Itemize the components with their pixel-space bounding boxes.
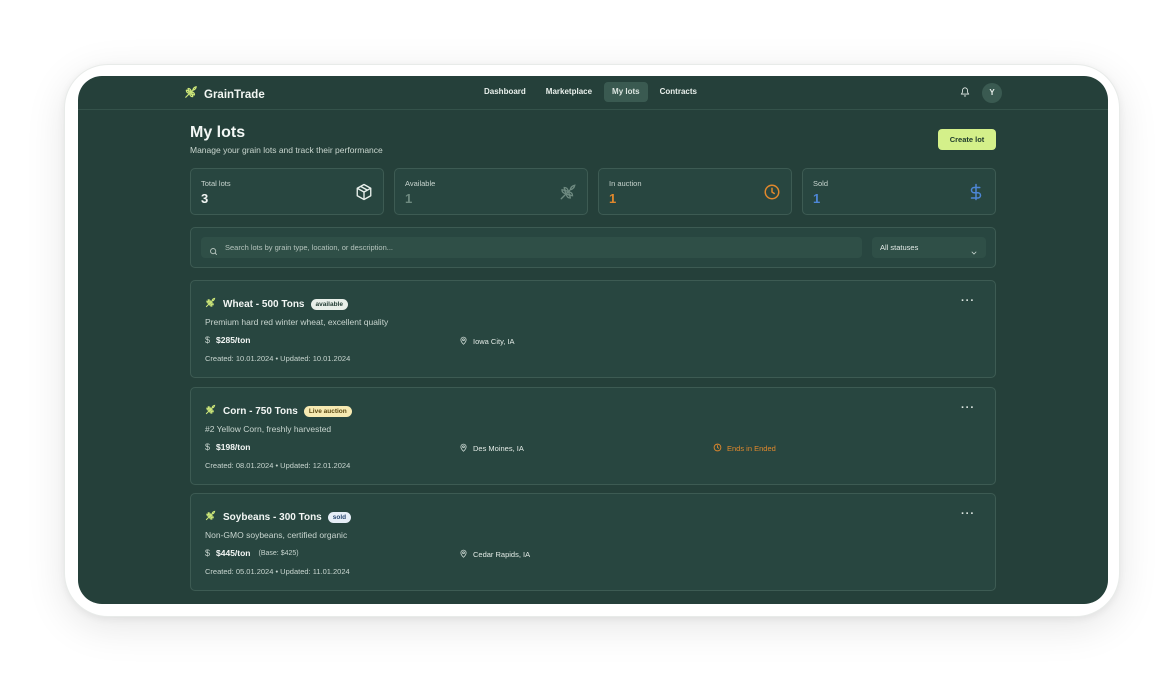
stat-value: 3 [201, 191, 209, 206]
lot-dates: Created: 08.01.2024 • Updated: 12.01.202… [205, 461, 351, 470]
brand-name: GrainTrade [204, 88, 265, 101]
lot-dates: Created: 10.01.2024 • Updated: 10.01.202… [205, 354, 351, 363]
lot-header: Soybeans - 300 Tons sold [205, 508, 352, 526]
nav-link-contracts[interactable]: Contracts [652, 82, 705, 102]
clock-icon [713, 443, 722, 454]
stat-value: 1 [405, 191, 413, 206]
nav-links: Dashboard Marketplace My lots Contracts [476, 82, 705, 102]
lot-location: Iowa City, IA [459, 336, 515, 347]
lot-title: Corn - 750 Tons [223, 405, 298, 417]
lot-price-row: $ $285/ton [205, 335, 251, 345]
page-subtitle: Manage your grain lots and track their p… [190, 145, 383, 155]
wheat-icon [205, 295, 216, 313]
lot-price-row: $ $198/ton [205, 442, 251, 452]
lot-card[interactable]: Corn - 750 Tons Live auction ··· #2 Yell… [190, 387, 996, 485]
map-pin-icon [459, 549, 468, 560]
wheat-icon [205, 508, 216, 526]
top-nav: GrainTrade Dashboard Marketplace My lots… [78, 76, 1108, 110]
lot-title: Soybeans - 300 Tons [223, 511, 322, 523]
dollar-icon: $ [205, 335, 211, 345]
lot-base-price: (Base: $425) [258, 549, 299, 557]
stat-label: Sold [813, 179, 829, 188]
lot-dates: Created: 05.01.2024 • Updated: 11.01.202… [205, 567, 350, 576]
clock-icon [763, 183, 781, 206]
bell-icon[interactable] [960, 84, 970, 102]
filter-bar: Search lots by grain type, location, or … [190, 227, 996, 268]
lot-location-text: Cedar Rapids, IA [473, 550, 531, 559]
dollar-icon: $ [205, 442, 211, 452]
lot-location-text: Iowa City, IA [473, 337, 515, 346]
status-badge: Live auction [303, 405, 352, 417]
lot-price: $198/ton [216, 442, 251, 452]
lot-description: Premium hard red winter wheat, excellent… [205, 317, 389, 327]
user-avatar[interactable]: Y [982, 83, 1002, 103]
status-badge: available [310, 298, 348, 310]
app-screen: GrainTrade Dashboard Marketplace My lots… [78, 76, 1108, 604]
stat-value: 1 [813, 191, 821, 206]
more-options-button[interactable]: ··· [961, 402, 975, 414]
lot-card[interactable]: Wheat - 500 Tons available ··· Premium h… [190, 280, 996, 378]
lot-price: $445/ton [216, 548, 251, 558]
search-placeholder: Search lots by grain type, location, or … [225, 243, 394, 252]
status-badge: sold [327, 511, 352, 523]
stat-value: 1 [609, 191, 617, 206]
auction-ends-text: Ends in Ended [727, 444, 776, 453]
nav-link-marketplace[interactable]: Marketplace [538, 82, 600, 102]
status-select-value: All statuses [880, 243, 919, 252]
stat-card-sold: Sold 1 [802, 168, 996, 215]
brand-logo[interactable]: GrainTrade [184, 85, 265, 104]
stat-label: Available [405, 179, 436, 188]
lot-location: Cedar Rapids, IA [459, 549, 530, 560]
auction-ends: Ends in Ended [713, 443, 776, 454]
page-title: My lots [190, 124, 246, 141]
search-input[interactable]: Search lots by grain type, location, or … [201, 237, 862, 258]
create-lot-button[interactable]: Create lot [938, 129, 996, 150]
more-options-button[interactable]: ··· [961, 508, 975, 520]
lot-price-row: $ $445/ton (Base: $425) [205, 548, 299, 558]
search-icon [209, 243, 218, 261]
wheat-icon [559, 183, 577, 206]
lot-description: Non-GMO soybeans, certified organic [205, 530, 348, 540]
stat-card-total: Total lots 3 [190, 168, 384, 215]
wheat-icon [205, 402, 216, 420]
lot-card[interactable]: Soybeans - 300 Tons sold ··· Non-GMO soy… [190, 493, 996, 591]
stat-card-available: Available 1 [394, 168, 588, 215]
map-pin-icon [459, 336, 468, 347]
status-select[interactable]: All statuses [872, 237, 986, 258]
wheat-logo-icon [184, 85, 198, 104]
chevron-down-icon [970, 244, 978, 262]
stat-label: In auction [609, 179, 642, 188]
nav-link-my-lots[interactable]: My lots [604, 82, 648, 102]
stat-label: Total lots [201, 179, 231, 188]
lot-location-text: Des Moines, IA [473, 444, 524, 453]
lot-location: Des Moines, IA [459, 443, 524, 454]
nav-link-dashboard[interactable]: Dashboard [476, 82, 534, 102]
map-pin-icon [459, 443, 468, 454]
dollar-icon: $ [205, 548, 211, 558]
lot-header: Corn - 750 Tons Live auction [205, 402, 352, 420]
more-options-button[interactable]: ··· [961, 295, 975, 307]
lot-price: $285/ton [216, 335, 251, 345]
lot-description: #2 Yellow Corn, freshly harvested [205, 424, 332, 434]
stat-card-in-auction: In auction 1 [598, 168, 792, 215]
box-icon [355, 183, 373, 206]
lot-header: Wheat - 500 Tons available [205, 295, 348, 313]
dollar-icon [967, 183, 985, 206]
lot-title: Wheat - 500 Tons [223, 298, 305, 310]
nav-actions: Y [960, 83, 1002, 103]
